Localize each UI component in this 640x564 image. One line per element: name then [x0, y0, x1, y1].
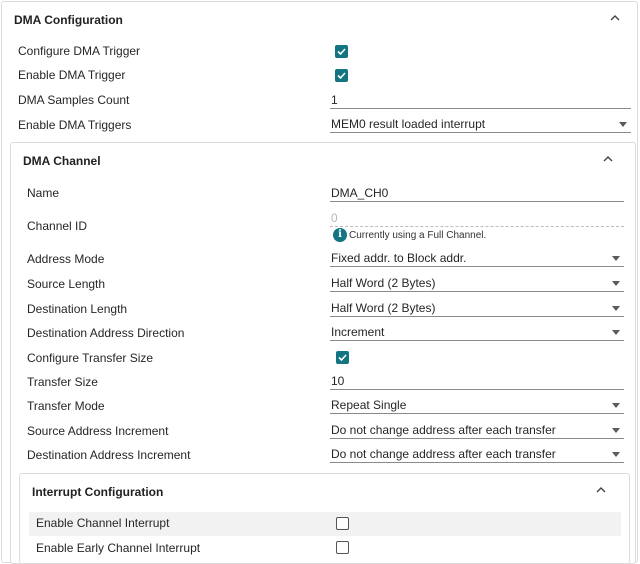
dma-configuration-collapse-chevron-up-icon[interactable] — [608, 11, 622, 25]
source-length-select[interactable]: Half Word (2 Bytes) — [330, 275, 624, 292]
enable-channel-interrupt-checkbox[interactable] — [336, 517, 349, 530]
source-address-increment-value: Do not change address after each transfe… — [331, 423, 556, 437]
destination-address-increment-select[interactable]: Do not change address after each transfe… — [330, 446, 624, 463]
dma-channel-title: DMA Channel — [23, 154, 101, 168]
destination-length-value: Half Word (2 Bytes) — [331, 301, 436, 315]
destination-length-select[interactable]: Half Word (2 Bytes) — [330, 300, 624, 317]
destination-address-increment-label: Destination Address Increment — [27, 448, 191, 462]
dma-samples-count-label: DMA Samples Count — [18, 93, 130, 107]
dma-samples-count-input[interactable]: 1 — [330, 92, 631, 109]
configure-dma-trigger-checkbox[interactable] — [335, 45, 348, 58]
info-icon: i — [333, 228, 347, 242]
caret-down-icon — [612, 306, 620, 311]
address-mode-value: Fixed addr. to Block addr. — [331, 251, 467, 265]
dma-configuration-title: DMA Configuration — [14, 13, 123, 27]
destination-address-direction-select[interactable]: Increment — [330, 324, 624, 341]
enable-early-channel-interrupt-label: Enable Early Channel Interrupt — [36, 541, 201, 555]
interrupt-configuration-collapse-chevron-up-icon[interactable] — [594, 483, 608, 497]
destination-address-direction-value: Increment — [331, 325, 385, 339]
transfer-size-input[interactable]: 10 — [330, 373, 624, 390]
destination-address-direction-label: Destination Address Direction — [27, 326, 185, 340]
enable-early-channel-interrupt-checkbox[interactable] — [336, 541, 349, 554]
configure-dma-trigger-label: Configure DMA Trigger — [18, 44, 141, 58]
enable-dma-triggers-value: MEM0 result loaded interrupt — [331, 117, 486, 131]
caret-down-icon — [612, 330, 620, 335]
enable-channel-interrupt-label: Enable Channel Interrupt — [36, 516, 170, 530]
source-length-value: Half Word (2 Bytes) — [331, 276, 436, 290]
channel-id-input: 0 — [330, 210, 624, 227]
enable-dma-triggers-label: Enable DMA Triggers — [18, 118, 132, 132]
caret-down-icon — [612, 281, 620, 286]
channel-id-hint: Currently using a Full Channel. — [349, 230, 487, 241]
configure-transfer-size-label: Configure Transfer Size — [27, 351, 154, 365]
name-input[interactable]: DMA_CH0 — [330, 185, 624, 202]
name-label: Name — [27, 186, 60, 200]
enable-dma-trigger-label: Enable DMA Trigger — [18, 68, 126, 82]
caret-down-icon — [612, 403, 620, 408]
address-mode-select[interactable]: Fixed addr. to Block addr. — [330, 250, 624, 267]
enable-dma-triggers-select[interactable]: MEM0 result loaded interrupt — [330, 116, 631, 133]
caret-down-icon — [619, 122, 627, 127]
source-length-label: Source Length — [27, 277, 106, 291]
destination-length-label: Destination Length — [27, 302, 128, 316]
destination-address-increment-value: Do not change address after each transfe… — [331, 447, 556, 461]
dma-channel-collapse-chevron-up-icon[interactable] — [601, 152, 615, 166]
transfer-mode-label: Transfer Mode — [27, 399, 105, 413]
caret-down-icon — [612, 256, 620, 261]
interrupt-configuration-title: Interrupt Configuration — [32, 485, 164, 499]
transfer-mode-select[interactable]: Repeat Single — [330, 397, 624, 414]
configure-transfer-size-checkbox[interactable] — [336, 351, 349, 364]
caret-down-icon — [612, 452, 620, 457]
source-address-increment-label: Source Address Increment — [27, 424, 169, 438]
transfer-size-label: Transfer Size — [27, 375, 98, 389]
address-mode-label: Address Mode — [27, 252, 105, 266]
transfer-mode-value: Repeat Single — [331, 398, 407, 412]
source-address-increment-select[interactable]: Do not change address after each transfe… — [330, 422, 624, 439]
caret-down-icon — [612, 428, 620, 433]
enable-dma-trigger-checkbox[interactable] — [335, 69, 348, 82]
channel-id-label: Channel ID — [27, 219, 88, 233]
